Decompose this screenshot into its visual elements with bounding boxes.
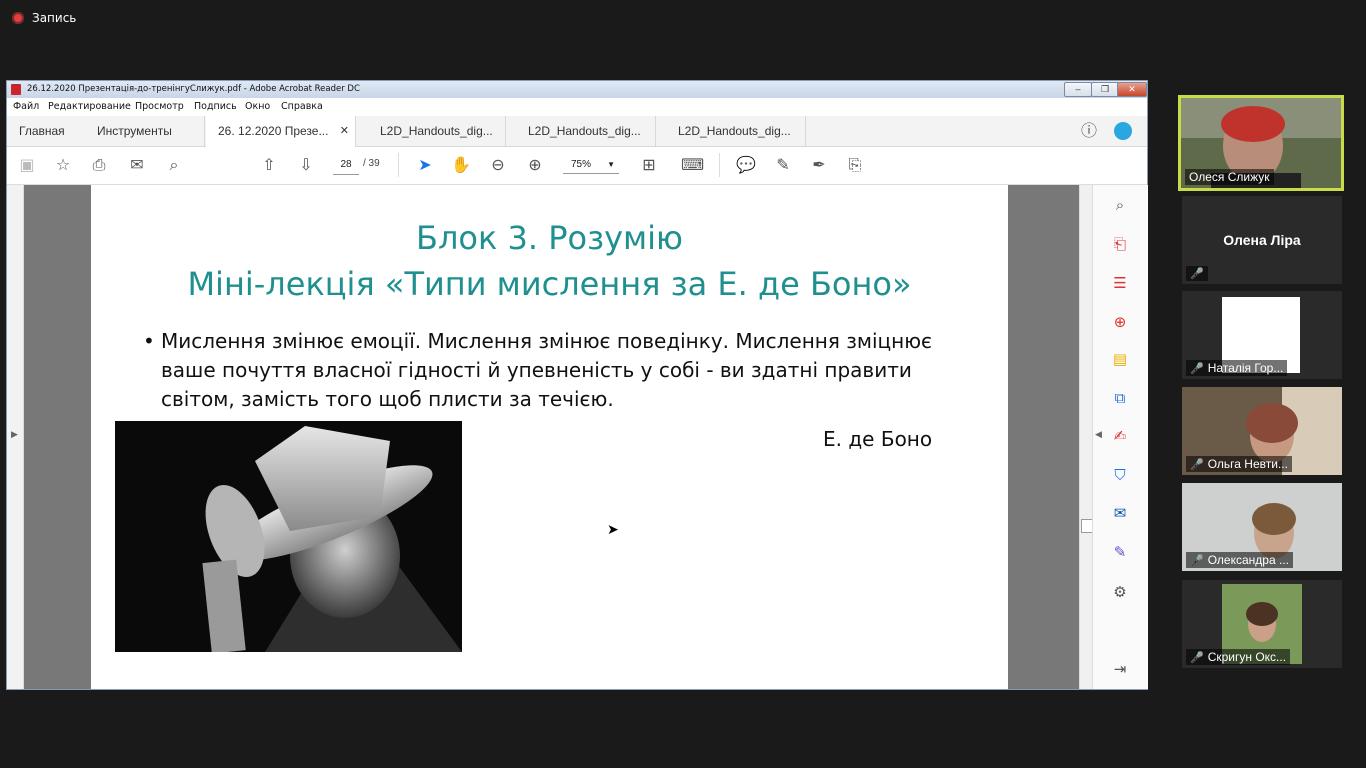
tab-home[interactable]: Главная: [7, 116, 85, 146]
tab-doc-3[interactable]: L2D_Handouts_dig...: [506, 116, 656, 146]
menu-file[interactable]: Файл: [13, 101, 39, 112]
expand-left-icon[interactable]: ▶: [11, 429, 18, 440]
participant-tile[interactable]: 🎤 Олександра ...: [1182, 483, 1342, 571]
zoom-select[interactable]: 75% ▼: [563, 156, 619, 174]
participant-tile-active[interactable]: Олеся Слижук: [1178, 95, 1344, 191]
restore-button[interactable]: ❐: [1091, 82, 1119, 97]
zoom-in-icon[interactable]: ⊕: [525, 155, 545, 175]
participant-tile[interactable]: 🎤 Ольга Невти...: [1182, 387, 1342, 475]
tab-doc-label: 26. 12.2020 Презе...: [218, 124, 329, 138]
participant-tile[interactable]: Олена Ліра 🎤: [1182, 196, 1342, 284]
zoom-out-icon[interactable]: ⊖: [488, 155, 508, 175]
portrait-photo: [115, 421, 462, 652]
bullet-marker: •: [143, 329, 155, 353]
slide-title-line2: Міні-лекція «Типи мислення за Е. де Боно…: [187, 265, 912, 303]
hand-tool-icon[interactable]: ✋: [451, 155, 471, 175]
tab-doc-2[interactable]: L2D_Handouts_dig...: [356, 116, 506, 146]
toolbar-divider: [719, 153, 720, 177]
minimize-button[interactable]: –: [1064, 82, 1092, 97]
more-tools-icon[interactable]: ⚙: [1110, 582, 1130, 602]
keyboard-icon[interactable]: ⌨: [681, 155, 704, 175]
muted-mic-icon: 🎤: [1190, 268, 1204, 280]
participant-display-name: Олена Ліра: [1223, 232, 1301, 248]
account-icon[interactable]: [1114, 122, 1132, 140]
portrait-image: [115, 421, 462, 652]
bookmark-star-icon[interactable]: ☆: [53, 155, 73, 175]
mouse-pointer-icon: ➤: [607, 521, 619, 537]
slide-quote: Мислення змінює емоції. Мислення змінює …: [161, 329, 933, 411]
muted-mic-icon: 🎤: [1190, 362, 1204, 375]
page-total: / 39: [363, 158, 380, 169]
menu-view[interactable]: Просмотр: [135, 101, 184, 112]
participant-name: 🎤 Скригун Окс...: [1186, 649, 1291, 665]
save-icon[interactable]: ▣: [17, 155, 37, 175]
next-page-icon[interactable]: ⇩: [296, 155, 316, 175]
comment-tool-icon[interactable]: ▤: [1110, 349, 1130, 369]
menu-edit[interactable]: Редактирование: [48, 101, 131, 112]
zoom-value: 75%: [571, 159, 592, 170]
participant-name: 🎤 Ольга Невти...: [1186, 456, 1292, 472]
fill-sign-icon[interactable]: ⎘: [845, 155, 865, 175]
slide-body: • Мислення змінює емоції. Мислення зміню…: [143, 327, 941, 414]
recording-indicator: Запись: [12, 11, 76, 25]
collapse-right-icon[interactable]: ◀: [1095, 429, 1102, 440]
menu-sign[interactable]: Подпись: [194, 101, 237, 112]
vertical-scrollbar[interactable]: [1079, 185, 1093, 689]
right-tools-pane: ◀ ⌕ ⎗ ☰ ⊕ ▤ ⧉ ✍ ⛉ ✉ ✎ ⚙ ⇥: [1092, 185, 1148, 689]
select-cursor-icon[interactable]: ➤: [415, 155, 435, 175]
fill-sign-tool-icon[interactable]: ✍: [1110, 426, 1130, 446]
print-icon[interactable]: ⎙: [89, 155, 109, 175]
email-icon[interactable]: ✉: [127, 155, 147, 175]
participant-name: Олеся Слижук: [1185, 169, 1274, 185]
menu-help[interactable]: Справка: [281, 101, 323, 112]
title-bar: 26.12.2020 Презентація-до-тренінгуСлижук…: [7, 81, 1147, 98]
page-number-input[interactable]: 28: [333, 156, 359, 175]
close-button[interactable]: ✕: [1117, 82, 1147, 97]
document-viewer: ▶ Блок 3. Розумію Міні-лекція «Типи мисл…: [7, 185, 1148, 689]
participant-name: 🎤 Олександра ...: [1186, 552, 1293, 568]
search-doc-icon[interactable]: ⌕: [1110, 195, 1130, 215]
main-toolbar: ▣ ☆ ⎙ ✉ ⌕ ⇧ ⇩ 28 / 39 ➤ ✋ ⊖ ⊕ 75% ▼ ⊞ ⌨ 💬…: [7, 147, 1147, 185]
quote-author: Е. де Боно: [823, 427, 933, 451]
collapse-pane-icon[interactable]: ⇥: [1110, 659, 1130, 679]
chevron-down-icon: ▼: [607, 160, 615, 169]
participant-name-badge: 🎤: [1186, 266, 1208, 281]
request-signature-icon[interactable]: ✎: [1110, 542, 1130, 562]
organize-pages-icon[interactable]: ☰: [1110, 273, 1130, 293]
tab-doc-active[interactable]: 26. 12.2020 Презе... ✕: [206, 116, 356, 147]
sign-pen-icon[interactable]: ✒: [809, 155, 829, 175]
menu-window[interactable]: Окно: [245, 101, 270, 112]
toolbar-divider: [398, 153, 399, 177]
comment-icon[interactable]: 💬: [736, 155, 756, 175]
left-panel-toggle[interactable]: ▶: [7, 185, 24, 689]
help-icon[interactable]: ⓘ: [1079, 121, 1099, 141]
participant-tile[interactable]: 🎤 Наталія Гор...: [1182, 291, 1342, 379]
pdf-page: Блок 3. Розумію Міні-лекція «Типи мислен…: [91, 185, 1008, 689]
menu-bar: Файл Редактирование Просмотр Подпись Окн…: [7, 98, 1147, 116]
search-icon[interactable]: ⌕: [164, 155, 184, 175]
record-icon: [12, 12, 24, 24]
export-pdf-icon[interactable]: ⎗: [1110, 234, 1130, 254]
muted-mic-icon: 🎤: [1190, 651, 1204, 664]
acrobat-window: 26.12.2020 Презентація-до-тренінгуСлижук…: [6, 80, 1148, 690]
slide-title-line1: Блок 3. Розумію: [416, 219, 683, 257]
pdf-app-icon: [11, 84, 21, 95]
protect-icon[interactable]: ⛉: [1110, 465, 1130, 485]
close-tab-icon[interactable]: ✕: [340, 116, 349, 146]
tab-doc-4[interactable]: L2D_Handouts_dig...: [656, 116, 806, 146]
participant-name: 🎤 Наталія Гор...: [1186, 360, 1288, 376]
participant-tile[interactable]: 🎤 Скригун Окс...: [1182, 580, 1342, 668]
combine-files-icon[interactable]: ⧉: [1110, 388, 1130, 408]
muted-mic-icon: 🎤: [1190, 458, 1204, 471]
tab-tools[interactable]: Инструменты: [85, 116, 205, 146]
send-review-icon[interactable]: ✉: [1110, 503, 1130, 523]
window-title: 26.12.2020 Презентація-до-тренінгуСлижук…: [27, 84, 360, 94]
page-display-icon[interactable]: ⊞: [639, 155, 659, 175]
recording-label: Запись: [32, 11, 77, 25]
create-pdf-icon[interactable]: ⊕: [1110, 312, 1130, 332]
prev-page-icon[interactable]: ⇧: [259, 155, 279, 175]
muted-mic-icon: 🎤: [1190, 554, 1204, 567]
tab-bar: Главная Инструменты 26. 12.2020 Презе...…: [7, 116, 1147, 147]
highlight-pen-icon[interactable]: ✎: [773, 155, 793, 175]
